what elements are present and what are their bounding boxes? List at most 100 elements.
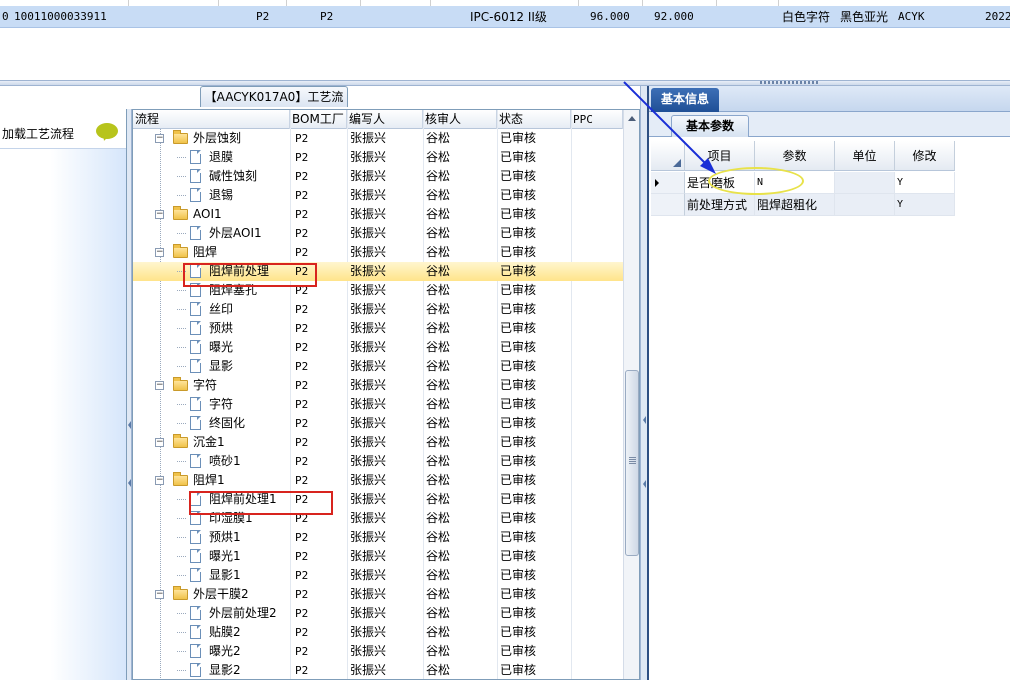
tree-row[interactable]: 退锡 P2 张振兴 谷松 已审核 [133,186,623,205]
collapse-right-icon[interactable] [642,480,647,488]
cell-reviewer: 谷松 [426,492,451,506]
tree-connector [177,670,187,671]
tree-row[interactable]: 显影1 P2 张振兴 谷松 已审核 [133,566,623,585]
right-tabbar: 基本信息 [649,86,1010,112]
cell-factory-1: P2 [256,10,270,23]
tree-connector [177,518,187,519]
tree-row[interactable]: 曝光1 P2 张振兴 谷松 已审核 [133,547,623,566]
tree-node-label: 阻焊 [193,245,218,259]
cell-writer: 张振兴 [350,416,387,430]
cell-status: 已审核 [500,492,537,506]
param-item[interactable]: 前处理方式 [685,194,755,216]
tree-row[interactable]: − AOI1 P2 张振兴 谷松 已审核 [133,205,623,224]
tree-node-label: 显影2 [209,663,241,677]
collapse-node-icon[interactable]: − [155,248,164,257]
tree-scrollbar[interactable] [623,110,639,679]
tree-row[interactable]: − 字符 P2 张振兴 谷松 已审核 [133,376,623,395]
tab-basic-params[interactable]: 基本参数 [671,115,749,137]
cell-bom: P2 [295,569,309,582]
tab-process-flow[interactable]: 【AACYK017A0】工艺流程 [200,86,348,124]
tree-row[interactable]: − 阻焊1 P2 张振兴 谷松 已审核 [133,471,623,490]
cell-value-2: 92.000 [654,10,694,23]
cell-writer: 张振兴 [350,378,387,392]
cell-reviewer: 谷松 [426,131,451,145]
cell-reviewer: 谷松 [426,549,451,563]
tree-row[interactable]: 外层AOI1 P2 张振兴 谷松 已审核 [133,224,623,243]
tree-row[interactable]: 显影2 P2 张振兴 谷松 已审核 [133,661,623,679]
param-value[interactable]: 阻焊超粗化 [755,194,835,216]
document-icon [190,302,201,316]
cell-reviewer: 谷松 [426,264,451,278]
cell-bom: P2 [295,664,309,677]
col-header-unit[interactable]: 单位 [835,141,895,171]
cell-status: 已审核 [500,397,537,411]
tab-basic-info[interactable]: 基本信息 [651,88,719,112]
collapse-node-icon[interactable]: − [155,210,164,219]
row-indicator[interactable] [651,194,685,216]
tree-row[interactable]: − 外层蚀刻 P2 张振兴 谷松 已审核 [133,129,623,148]
col-header-reviewer[interactable]: 核审人 [423,110,497,129]
cell-writer: 张振兴 [350,644,387,658]
scroll-up-icon[interactable] [624,110,639,127]
cell-status: 已审核 [500,245,537,259]
middle-splitter[interactable] [640,86,649,680]
collapse-node-icon[interactable]: − [155,134,164,143]
tree-row[interactable]: 曝光2 P2 张振兴 谷松 已审核 [133,642,623,661]
tree-row[interactable]: 预烘1 P2 张振兴 谷松 已审核 [133,528,623,547]
tree-row[interactable]: 丝印 P2 张振兴 谷松 已审核 [133,300,623,319]
top-grid-row[interactable]: 0 10011000033911 P2 P2 IPC-6012 II级 96.0… [0,6,1010,28]
col-header-status[interactable]: 状态 [497,110,571,129]
col-header-flow[interactable]: 流程 [133,110,290,129]
collapse-right-icon[interactable] [642,416,647,424]
cell-reviewer: 谷松 [426,416,451,430]
collapse-node-icon[interactable]: − [155,381,164,390]
splitter-grip-icon[interactable] [760,81,820,84]
tree-row[interactable]: 预烘 P2 张振兴 谷松 已审核 [133,319,623,338]
tree-row[interactable]: 喷砂1 P2 张振兴 谷松 已审核 [133,452,623,471]
col-header-ppc[interactable]: PPC [571,110,623,129]
tree-row[interactable]: 碱性蚀刻 P2 张振兴 谷松 已审核 [133,167,623,186]
tree-row[interactable]: 贴膜2 P2 张振兴 谷松 已审核 [133,623,623,642]
param-modify[interactable]: Y [895,194,955,216]
tree-node-label: 终固化 [209,416,246,430]
scrollbar-thumb[interactable] [625,370,639,556]
cell-reviewer: 谷松 [426,397,451,411]
col-header-bom[interactable]: BOM工厂 [290,110,347,129]
param-row[interactable]: 前处理方式 阻焊超粗化 Y [651,194,1010,216]
tree-row[interactable]: − 沉金1 P2 张振兴 谷松 已审核 [133,433,623,452]
param-modify[interactable]: Y [895,172,955,194]
col-header-writer[interactable]: 编写人 [347,110,423,129]
top-grid: 0 10011000033911 P2 P2 IPC-6012 II级 96.0… [0,0,1010,82]
tree-row[interactable]: 字符 P2 张振兴 谷松 已审核 [133,395,623,414]
tree-row[interactable]: 退膜 P2 张振兴 谷松 已审核 [133,148,623,167]
tree-row[interactable]: 曝光 P2 张振兴 谷松 已审核 [133,338,623,357]
cell-status: 已审核 [500,530,537,544]
collapse-node-icon[interactable]: − [155,476,164,485]
speech-bubble-icon[interactable] [96,123,118,139]
tree-connector [177,347,187,348]
row-indicator[interactable] [651,172,685,194]
param-unit[interactable] [835,172,895,194]
cell-reviewer: 谷松 [426,188,451,202]
col-header-modify[interactable]: 修改 [895,141,955,171]
document-icon [190,340,201,354]
load-process-label[interactable]: 加载工艺流程 [2,125,74,142]
tree-row[interactable]: − 外层干膜2 P2 张振兴 谷松 已审核 [133,585,623,604]
cell-reviewer: 谷松 [426,435,451,449]
document-icon [190,359,201,373]
cell-status: 已审核 [500,378,537,392]
param-unit[interactable] [835,194,895,216]
tree-row[interactable]: − 阻焊 P2 张振兴 谷松 已审核 [133,243,623,262]
tree-row[interactable]: 外层前处理2 P2 张振兴 谷松 已审核 [133,604,623,623]
cell-reviewer: 谷松 [426,245,451,259]
cell-status: 已审核 [500,473,537,487]
param-row[interactable]: 是否磨板 N Y [651,172,1010,194]
tree-connector [177,195,187,196]
cell-bom: P2 [295,588,309,601]
collapse-node-icon[interactable]: − [155,438,164,447]
tree-row[interactable]: 显影 P2 张振兴 谷松 已审核 [133,357,623,376]
left-panel: 加载工艺流程 [0,109,127,680]
collapse-node-icon[interactable]: − [155,590,164,599]
tree-connector [177,575,187,576]
tree-row[interactable]: 终固化 P2 张振兴 谷松 已审核 [133,414,623,433]
